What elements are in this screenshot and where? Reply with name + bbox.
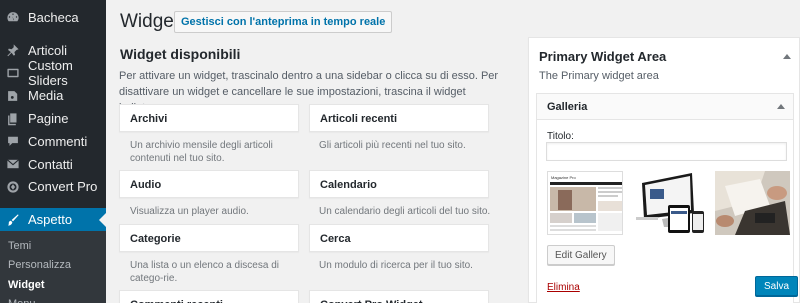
collapse-arrow-icon[interactable]	[783, 54, 791, 59]
pages-icon	[6, 112, 20, 126]
sidebar-item-contatti[interactable]: Contatti	[0, 153, 106, 176]
save-button[interactable]: Salva	[755, 276, 799, 296]
widget-description: Visualizza un player audio.	[130, 206, 249, 217]
sidebar-item-label: Custom Sliders	[28, 58, 73, 88]
widget-cerca[interactable]: Cerca	[309, 224, 489, 252]
widget-area-description: The Primary widget area	[539, 70, 659, 82]
admin-sidebar: Bacheca Articoli Custom Sliders Media Pa…	[0, 0, 106, 303]
pin-icon	[6, 43, 20, 57]
widget-calendario[interactable]: Calendario	[309, 170, 489, 198]
dashboard-icon	[6, 10, 20, 24]
sidebar-item-label: Articoli	[28, 42, 68, 58]
sidebar-item-label: Media	[28, 88, 64, 104]
gallery-thumbnail-devices[interactable]	[632, 171, 707, 235]
widget-description: Un modulo di ricerca per il tuo sito.	[319, 260, 473, 271]
sliders-icon	[6, 66, 20, 80]
gallery-widget-title: Galleria	[547, 101, 588, 113]
widget-audio[interactable]: Audio	[119, 170, 299, 198]
media-icon	[6, 89, 20, 103]
sidebar-item-label: Commenti	[28, 133, 88, 149]
gallery-thumbnail-website[interactable]: Magazine Pro	[547, 171, 623, 235]
submenu-item-widget[interactable]: Widget	[0, 275, 106, 295]
gallery-widget-header[interactable]: Galleria	[537, 94, 793, 120]
envelope-icon	[6, 157, 20, 171]
widget-convert-pro[interactable]: Convert Pro Widget	[309, 290, 489, 303]
widget-description: Un calendario degli articoli del tuo sit…	[319, 206, 491, 217]
widget-area-title: Primary Widget Area	[539, 49, 667, 64]
sidebar-item-aspetto[interactable]: Aspetto	[0, 208, 106, 232]
sidebar-item-label: Pagine	[28, 111, 69, 127]
widget-archivi[interactable]: Archivi	[119, 104, 299, 132]
widget-commenti-recenti[interactable]: Commenti recenti	[119, 290, 299, 303]
widget-description: Una lista o un elenco a discesa di categ…	[130, 260, 279, 284]
aspetto-submenu: Temi Personalizza Widget Menu	[0, 231, 106, 303]
live-preview-button[interactable]: Gestisci con l'anteprima in tempo reale	[174, 11, 393, 33]
sidebar-item-commenti[interactable]: Commenti	[0, 130, 106, 153]
submenu-item-personalizza[interactable]: Personalizza	[0, 256, 106, 276]
sidebar-item-label: Bacheca	[28, 9, 79, 25]
convert-pro-icon	[6, 180, 20, 194]
sidebar-item-label: Aspetto	[28, 212, 73, 228]
comments-icon	[6, 134, 20, 148]
widget-description: Gli articoli più recenti nel tuo sito.	[319, 140, 466, 151]
available-widgets-title: Widget disponibili	[120, 46, 241, 62]
widget-description: Un archivio mensile degli articoli conte…	[130, 140, 273, 164]
collapse-arrow-icon[interactable]	[777, 104, 785, 109]
submenu-item-temi[interactable]: Temi	[0, 236, 106, 256]
submenu-item-menu[interactable]: Menu	[0, 295, 106, 303]
gallery-thumbnail-photo[interactable]	[715, 171, 790, 235]
edit-gallery-button[interactable]: Edit Gallery	[547, 245, 615, 265]
sidebar-item-label: Convert Pro	[28, 179, 98, 195]
gallery-widget: Galleria Titolo: Magazine Pro Edit Galle…	[536, 93, 799, 303]
sidebar-item-bacheca[interactable]: Bacheca	[0, 6, 106, 29]
sidebar-item-convert-pro[interactable]: Convert Pro	[0, 176, 106, 199]
widget-articoli-recenti[interactable]: Articoli recenti	[309, 104, 489, 132]
title-field-label: Titolo:	[547, 131, 574, 142]
delete-widget-link[interactable]: Elimina	[547, 282, 580, 293]
primary-widget-area: Primary Widget Area The Primary widget a…	[528, 37, 800, 303]
sidebar-item-label: Contatti	[28, 156, 73, 172]
sidebar-item-custom-sliders[interactable]: Custom Sliders	[0, 58, 106, 88]
paintbrush-icon	[6, 213, 20, 227]
widget-categorie[interactable]: Categorie	[119, 224, 299, 252]
sidebar-item-pagine[interactable]: Pagine	[0, 107, 106, 130]
title-field[interactable]	[546, 142, 787, 161]
thumbnail-logo-text: Magazine Pro	[551, 175, 576, 180]
page-title: Widget	[120, 11, 180, 32]
